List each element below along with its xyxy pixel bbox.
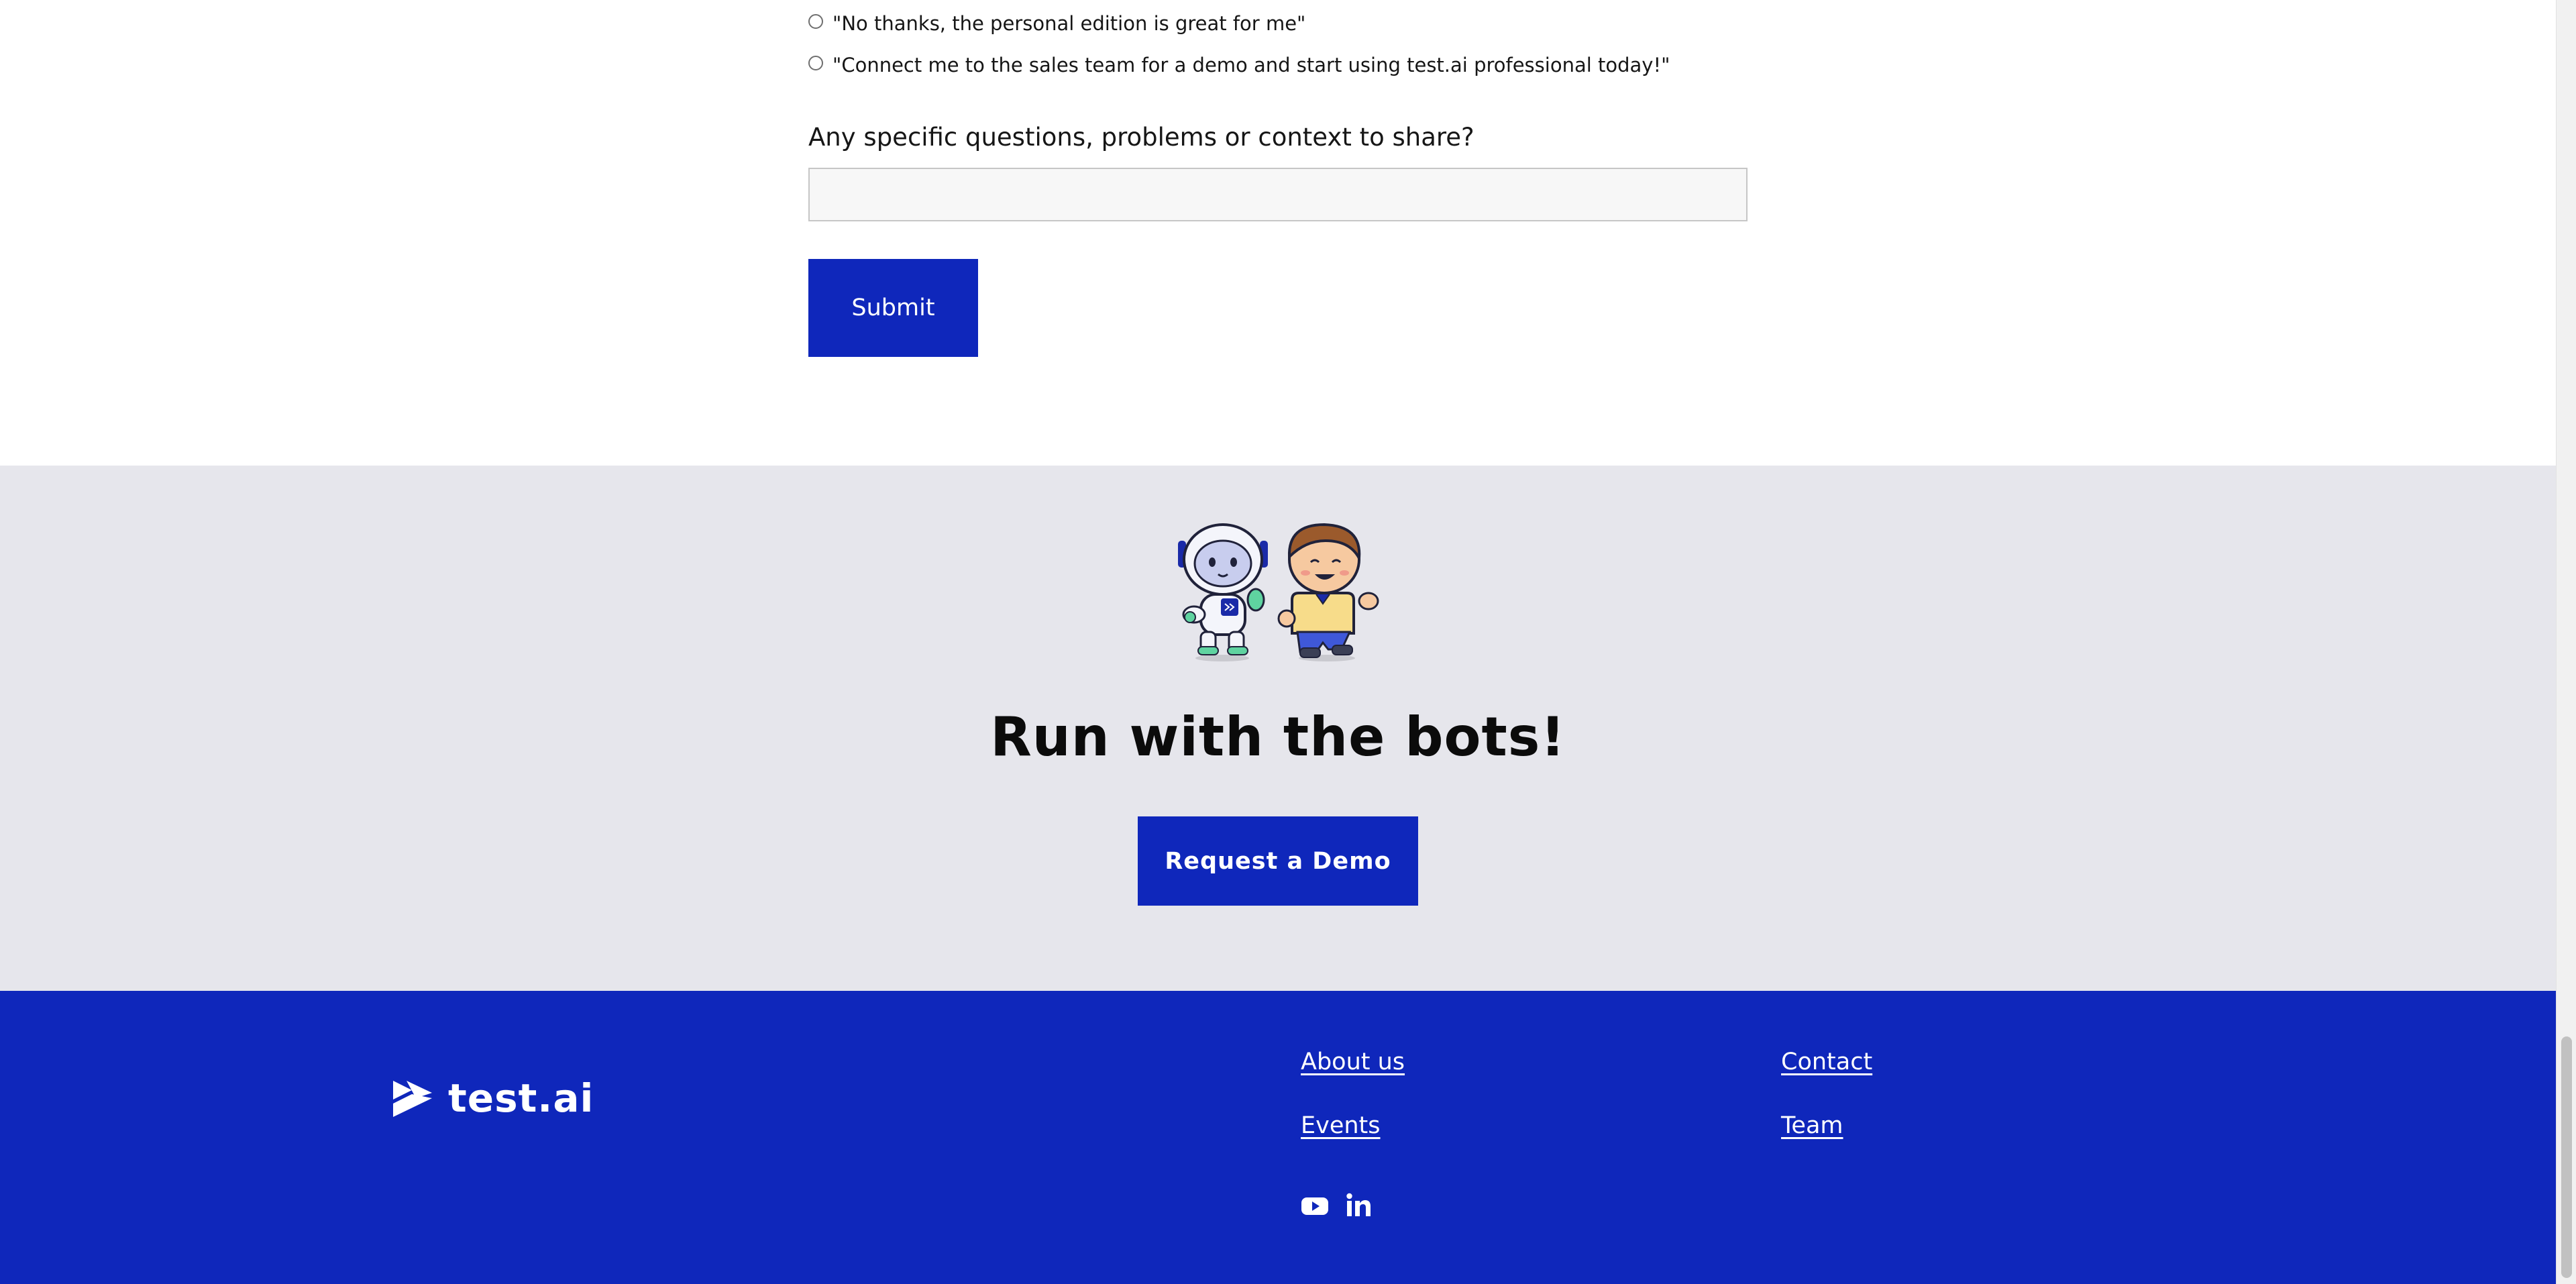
request-demo-button[interactable]: Request a Demo — [1138, 816, 1418, 906]
contact-form: "No thanks, the personal edition is grea… — [0, 0, 2556, 466]
testai-logo-icon — [393, 1081, 432, 1117]
footer-link-about-us[interactable]: About us — [1301, 1049, 1405, 1075]
robot-mascot-icon — [1178, 523, 1268, 661]
option-sales-demo[interactable]: "Connect me to the sales team for a demo… — [808, 52, 1670, 78]
footer: test.ai About us Events Contact Team — [0, 991, 2556, 1284]
cta-title: Run with the bots! — [990, 706, 1566, 768]
logo-text: test.ai — [448, 1075, 594, 1121]
radio-button[interactable] — [808, 56, 823, 70]
questions-label: Any specific questions, problems or cont… — [808, 123, 1474, 152]
page-scrollbar[interactable] — [2556, 0, 2576, 1284]
linkedin-icon[interactable] — [1344, 1192, 1373, 1219]
radio-button[interactable] — [808, 14, 823, 29]
footer-logo[interactable]: test.ai — [392, 1075, 594, 1122]
boy-mascot-icon — [1277, 523, 1379, 661]
footer-link-events[interactable]: Events — [1301, 1112, 1381, 1139]
submit-button[interactable]: Submit — [808, 259, 978, 357]
footer-link-contact[interactable]: Contact — [1781, 1049, 1872, 1075]
cta-section: Run with the bots! Request a Demo — [0, 466, 2556, 991]
option-label: "Connect me to the sales team for a demo… — [833, 54, 1670, 76]
questions-input[interactable] — [808, 168, 1748, 221]
youtube-icon[interactable] — [1301, 1192, 1329, 1219]
footer-link-team[interactable]: Team — [1781, 1112, 1843, 1139]
option-personal-edition[interactable]: "No thanks, the personal edition is grea… — [808, 10, 1305, 37]
scrollbar-thumb[interactable] — [2561, 1036, 2572, 1278]
page: "No thanks, the personal edition is grea… — [0, 0, 2556, 1284]
mascots-illustration — [1178, 523, 1379, 661]
option-label: "No thanks, the personal edition is grea… — [833, 12, 1306, 35]
